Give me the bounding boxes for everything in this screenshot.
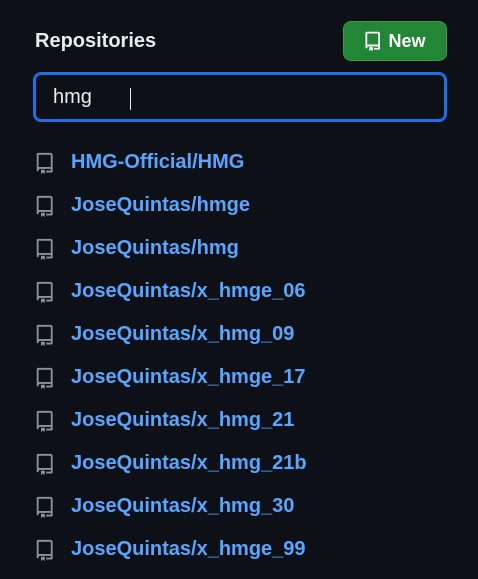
repo-list: HMG-Official/HMG JoseQuintas/hmge JoseQuin… [35, 141, 307, 571]
repo-icon [35, 539, 57, 561]
list-item: JoseQuintas/x_hmg_09 [35, 313, 307, 356]
repo-link[interactable]: JoseQuintas/x_hmge_06 [71, 280, 306, 303]
repo-link[interactable]: JoseQuintas/hmge [71, 194, 250, 217]
repositories-panel: Repositories New HMG-Official/HMG JoseQui… [0, 0, 478, 579]
repo-link[interactable]: JoseQuintas/x_hmg_30 [71, 495, 294, 518]
list-item: JoseQuintas/hmge [35, 184, 307, 227]
repo-link[interactable]: JoseQuintas/hmg [71, 237, 239, 260]
list-item: JoseQuintas/x_hmg_21 [35, 399, 307, 442]
section-title: Repositories [35, 29, 157, 52]
new-button-label: New [388, 30, 426, 51]
repo-link[interactable]: JoseQuintas/x_hmge_99 [71, 538, 306, 561]
repo-icon [35, 281, 57, 303]
repositories-header: Repositories New [35, 20, 447, 62]
text-caret [130, 88, 131, 110]
new-repository-button[interactable]: New [343, 21, 447, 61]
repo-icon [35, 367, 57, 389]
repo-link[interactable]: JoseQuintas/x_hmg_21 [71, 409, 294, 432]
repo-icon [35, 410, 57, 432]
repo-link[interactable]: JoseQuintas/x_hmg_21b [71, 452, 307, 475]
list-item: HMG-Official/HMG [35, 141, 307, 184]
repo-search-input[interactable] [35, 74, 445, 120]
list-item: JoseQuintas/x_hmg_21b [35, 442, 307, 485]
repo-link[interactable]: JoseQuintas/x_hmg_09 [71, 323, 294, 346]
repo-link[interactable]: HMG-Official/HMG [71, 151, 244, 174]
repo-icon [35, 324, 57, 346]
repo-link[interactable]: JoseQuintas/x_hmge_17 [71, 366, 306, 389]
repo-icon [35, 453, 57, 475]
repo-icon [364, 31, 382, 51]
repo-icon [35, 496, 57, 518]
repo-icon [35, 152, 57, 174]
list-item: JoseQuintas/x_hmge_06 [35, 270, 307, 313]
list-item: JoseQuintas/x_hmge_17 [35, 356, 307, 399]
repo-icon [35, 195, 57, 217]
repo-search-box[interactable] [33, 72, 447, 122]
list-item: JoseQuintas/x_hmg_30 [35, 485, 307, 528]
list-item: JoseQuintas/x_hmge_99 [35, 528, 307, 571]
list-item: JoseQuintas/hmg [35, 227, 307, 270]
repo-icon [35, 238, 57, 260]
